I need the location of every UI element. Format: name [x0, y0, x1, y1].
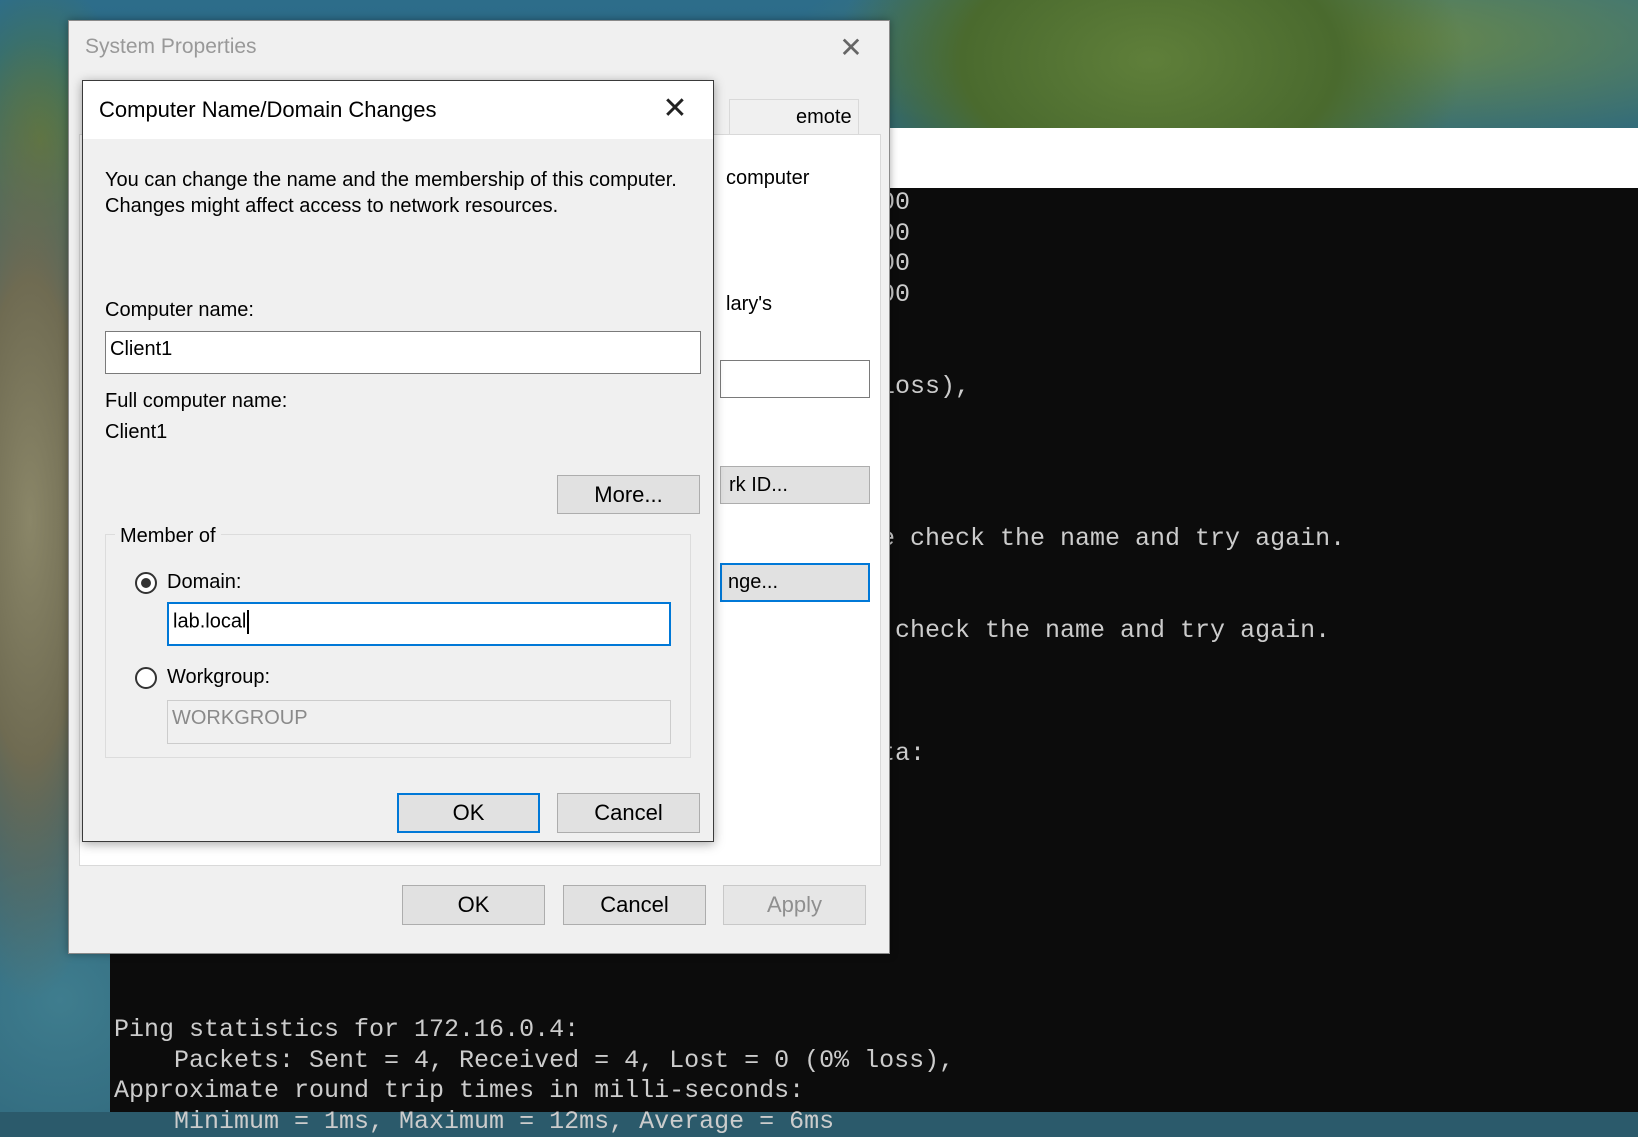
computer-name-input[interactable]: Client1 — [105, 331, 701, 374]
workgroup-label: Workgroup: — [167, 666, 271, 688]
workgroup-radio[interactable] — [135, 667, 157, 689]
computer-description-input[interactable] — [720, 360, 870, 398]
dialog-title: Computer Name/Domain Changes — [99, 97, 437, 122]
member-of-label: Member of — [115, 525, 221, 548]
console-line: Approximate round trip times in milli-se… — [114, 1076, 805, 1105]
button-label: nge... — [728, 571, 779, 593]
ok-button[interactable]: OK — [397, 793, 540, 833]
domain-label: Domain: — [167, 571, 242, 593]
network-id-button[interactable]: rk ID... — [720, 466, 870, 504]
full-computer-name-value: Client1 — [105, 421, 168, 443]
change-button[interactable]: nge... — [720, 563, 870, 602]
apply-button[interactable]: Apply — [723, 885, 866, 925]
ok-button[interactable]: OK — [402, 885, 545, 925]
domain-input[interactable]: lab.local — [167, 602, 671, 646]
full-computer-name-label: Full computer name: — [105, 390, 288, 412]
console-line: Packets: Sent = 4, Received = 4, Lost = … — [114, 1046, 955, 1075]
dialog-description: You can change the name and the membersh… — [105, 169, 677, 217]
button-label: rk ID... — [729, 474, 788, 496]
panel-description-fragment: computer — [726, 167, 810, 189]
computer-name-domain-changes-dialog[interactable]: Computer Name/Domain Changes ✕ You can c… — [82, 80, 714, 842]
text-cursor — [247, 610, 250, 634]
panel-text-fragment: lary's — [726, 293, 773, 315]
close-icon[interactable]: ✕ — [653, 91, 697, 127]
computer-name-label: Computer name: — [105, 299, 254, 321]
tab-label: emote — [796, 106, 852, 128]
tab-remote[interactable]: emote — [729, 99, 859, 134]
cancel-button[interactable]: Cancel — [557, 793, 700, 833]
console-line: ase check the name and try again. — [850, 524, 1346, 553]
console-line: se check the name and try again. — [850, 616, 1331, 645]
workgroup-input[interactable]: WORKGROUP — [167, 700, 671, 744]
domain-input-value: lab.local — [173, 610, 247, 633]
close-icon[interactable]: ✕ — [829, 31, 873, 65]
window-title: System Properties — [85, 35, 257, 58]
domain-radio[interactable] — [135, 572, 157, 594]
dialog-titlebar[interactable]: Computer Name/Domain Changes ✕ — [83, 81, 713, 139]
cancel-button[interactable]: Cancel — [563, 885, 706, 925]
console-line: Ping statistics for 172.16.0.4: — [114, 1015, 580, 1044]
more-button[interactable]: More... — [557, 475, 700, 514]
